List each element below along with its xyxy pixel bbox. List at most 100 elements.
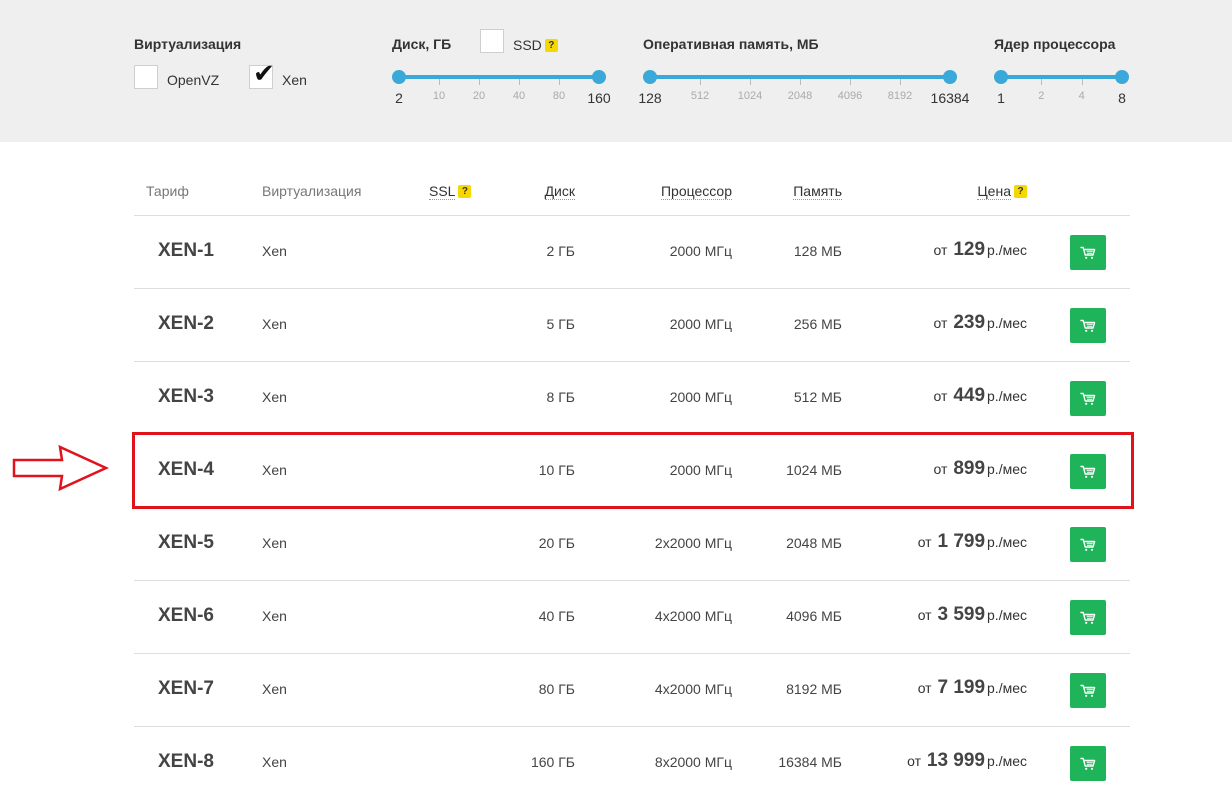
price: от 13 999 р./мес bbox=[907, 750, 1027, 772]
help-badge-icon[interactable]: ? bbox=[458, 185, 472, 198]
price-value: 1 799 bbox=[937, 531, 986, 552]
order-cart-button[interactable] bbox=[1070, 454, 1106, 489]
price: от 239 р./мес bbox=[934, 312, 1027, 334]
slider-min-handle[interactable] bbox=[994, 70, 1008, 84]
virtualization-filter-title: Виртуализация bbox=[134, 36, 242, 52]
table-header: Тариф Виртуализация SSL? Диск Процессор … bbox=[134, 166, 1130, 216]
arrow-right-outline-icon bbox=[12, 444, 110, 492]
cpu-value: 4x2000 МГц bbox=[654, 608, 732, 624]
cpu-value: 2000 МГц bbox=[669, 316, 732, 332]
cpu-value: 2000 МГц bbox=[669, 243, 732, 259]
cpu-value: 2000 МГц bbox=[669, 389, 732, 405]
slider-tick-label: 1024 bbox=[737, 90, 763, 102]
price-suffix: р./мес bbox=[987, 753, 1027, 769]
ram-value: 4096 МБ bbox=[786, 608, 842, 624]
cart-icon bbox=[1080, 611, 1096, 625]
cart-icon bbox=[1080, 465, 1096, 479]
cart-icon bbox=[1080, 392, 1096, 406]
order-cart-button[interactable] bbox=[1070, 746, 1106, 781]
ram-value: 16384 МБ bbox=[778, 754, 842, 770]
order-cart-button[interactable] bbox=[1070, 673, 1106, 708]
ram-value: 2048 МБ bbox=[786, 535, 842, 551]
disk-value: 80 ГБ bbox=[538, 681, 575, 697]
slider-min-handle[interactable] bbox=[392, 70, 406, 84]
disk-value: 10 ГБ bbox=[538, 462, 575, 478]
cpu-range-slider[interactable]: 1 2 4 8 bbox=[994, 40, 1129, 106]
slider-tick-label: 2048 bbox=[787, 90, 813, 102]
tariff-name: XEN-1 bbox=[158, 240, 214, 261]
ram-value: 512 МБ bbox=[793, 389, 842, 405]
price-value: 13 999 bbox=[926, 750, 986, 771]
disk-range-slider[interactable]: 2 10 20 40 80 160 bbox=[392, 40, 611, 106]
cpu-value: 2000 МГц bbox=[669, 462, 732, 478]
header-virtualization: Виртуализация bbox=[262, 183, 362, 199]
ram-value: 256 МБ bbox=[793, 316, 842, 332]
slider-tick bbox=[439, 79, 440, 85]
order-cart-button[interactable] bbox=[1070, 527, 1106, 562]
price-suffix: р./мес bbox=[987, 388, 1027, 404]
tariff-name: XEN-6 bbox=[158, 605, 214, 626]
slider-track bbox=[1001, 75, 1122, 79]
xen-checkbox[interactable]: ✔ bbox=[249, 60, 275, 89]
virtualization-value: Xen bbox=[262, 608, 287, 624]
tariff-table: Тариф Виртуализация SSL? Диск Процессор … bbox=[134, 166, 1130, 799]
price-suffix: р./мес bbox=[987, 242, 1027, 258]
cpu-value: 8x2000 МГц bbox=[654, 754, 732, 770]
table-row: XEN-8 Xen 160 ГБ 8x2000 МГц 16384 МБ от 13 99… bbox=[134, 727, 1130, 799]
slider-max-handle[interactable] bbox=[1115, 70, 1129, 84]
price-suffix: р./мес bbox=[987, 315, 1027, 331]
slider-tick-label: 80 bbox=[552, 90, 566, 102]
table-row: XEN-4 Xen 10 ГБ 2000 МГц 1024 МБ от 899 р./мес bbox=[134, 435, 1130, 508]
table-row: XEN-7 Xen 80 ГБ 4x2000 МГц 8192 МБ от 7 199 р.… bbox=[134, 654, 1130, 727]
order-cart-button[interactable] bbox=[1070, 235, 1106, 270]
price-suffix: р./мес bbox=[987, 534, 1027, 550]
slider-tick bbox=[1041, 79, 1043, 85]
slider-min-handle[interactable] bbox=[643, 70, 657, 84]
price: от 899 р./мес bbox=[934, 458, 1027, 480]
virtualization-value: Xen bbox=[262, 462, 287, 478]
slider-tick bbox=[800, 79, 801, 85]
filter-panel: Виртуализация OpenVZ ✔ Xen Диск, ГБ SSD?… bbox=[0, 0, 1232, 142]
price: от 129 р./мес bbox=[934, 239, 1027, 261]
ram-value: 8192 МБ bbox=[786, 681, 842, 697]
price-prefix: от bbox=[917, 534, 932, 550]
slider-tick-label: 128 bbox=[638, 90, 662, 106]
cpu-value: 2x2000 МГц bbox=[654, 535, 732, 551]
order-cart-button[interactable] bbox=[1070, 381, 1106, 416]
table-row: XEN-2 Xen 5 ГБ 2000 МГц 256 МБ от 239 р./мес bbox=[134, 289, 1130, 362]
openvz-checkbox[interactable] bbox=[134, 65, 158, 89]
disk-value: 40 ГБ bbox=[538, 608, 575, 624]
disk-value: 5 ГБ bbox=[546, 316, 575, 332]
virtualization-filter: Виртуализация bbox=[134, 36, 241, 52]
disk-value: 20 ГБ bbox=[538, 535, 575, 551]
slider-tick-label: 512 bbox=[690, 90, 710, 102]
checkmark-icon: ✔ bbox=[253, 58, 275, 88]
slider-max-handle[interactable] bbox=[943, 70, 957, 84]
price-suffix: р./мес bbox=[987, 461, 1027, 477]
header-ram[interactable]: Память bbox=[793, 183, 842, 200]
order-cart-button[interactable] bbox=[1070, 600, 1106, 635]
price-value: 7 199 bbox=[937, 677, 986, 698]
slider-tick-label: 8192 bbox=[887, 90, 913, 102]
ram-range-slider[interactable]: 128 512 1024 2048 4096 8192 16384 bbox=[638, 40, 969, 106]
virtualization-value: Xen bbox=[262, 681, 287, 697]
virtualization-value: Xen bbox=[262, 535, 287, 551]
disk-value: 160 ГБ bbox=[530, 754, 575, 770]
help-badge-icon[interactable]: ? bbox=[1014, 185, 1027, 198]
price-value: 3 599 bbox=[937, 604, 986, 625]
tariff-name: XEN-2 bbox=[158, 313, 214, 334]
slider-tick-label: 40 bbox=[512, 90, 526, 102]
header-cpu[interactable]: Процессор bbox=[660, 183, 732, 200]
slider-tick-label: 2 bbox=[1038, 90, 1045, 102]
tariff-name: XEN-8 bbox=[158, 751, 214, 772]
header-ssl[interactable]: SSL? bbox=[429, 183, 472, 200]
order-cart-button[interactable] bbox=[1070, 308, 1106, 343]
header-price[interactable]: Цена? bbox=[977, 183, 1027, 200]
cpu-value: 4x2000 МГц bbox=[654, 681, 732, 697]
price-prefix: от bbox=[917, 680, 932, 696]
virtualization-value: Xen bbox=[262, 754, 287, 770]
header-disk[interactable]: Диск bbox=[544, 183, 575, 200]
slider-max-handle[interactable] bbox=[592, 70, 606, 84]
price-value: 899 bbox=[953, 458, 986, 479]
ram-value: 128 МБ bbox=[793, 243, 842, 259]
